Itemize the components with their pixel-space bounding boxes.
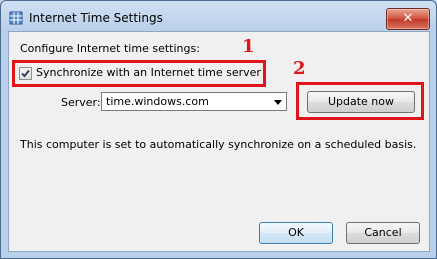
chevron-down-icon[interactable] — [274, 100, 282, 105]
status-text: This computer is set to automatically sy… — [20, 138, 417, 151]
internet-time-settings-window: Internet Time Settings ✕ Configure Inter… — [0, 0, 437, 259]
configure-label: Configure Internet time settings: — [20, 42, 200, 55]
server-combobox[interactable]: time.windows.com — [101, 92, 287, 111]
annotation-number-1: 1 — [242, 36, 255, 57]
close-icon: ✕ — [402, 11, 414, 26]
cancel-button[interactable]: Cancel — [346, 222, 420, 244]
clock-settings-icon — [9, 11, 23, 25]
close-button[interactable]: ✕ — [386, 8, 430, 30]
server-label: Server: — [61, 96, 101, 109]
server-value[interactable]: time.windows.com — [106, 95, 209, 108]
title-bar[interactable]: Internet Time Settings ✕ — [1, 1, 436, 35]
ok-button[interactable]: OK — [259, 222, 333, 244]
annotation-box-1 — [12, 60, 266, 87]
annotation-number-2: 2 — [293, 58, 306, 79]
window-title: Internet Time Settings — [29, 11, 163, 25]
annotation-box-2 — [296, 82, 424, 120]
